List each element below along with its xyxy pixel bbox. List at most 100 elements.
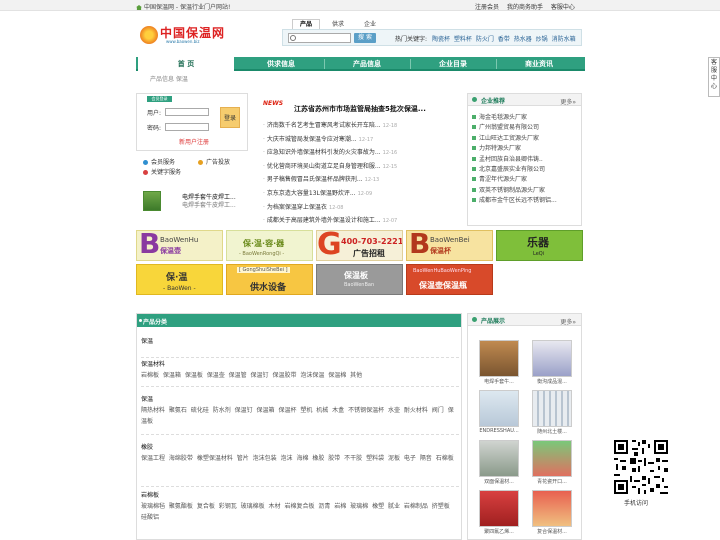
product-image <box>479 340 519 377</box>
category-title[interactable]: 橡胶 <box>141 442 459 453</box>
nav-news[interactable]: 商业资讯 <box>498 57 580 71</box>
login-panel: 会员登录 用户: 密码: 登录 新用户注册 <box>136 93 248 151</box>
company-list: 海金毛毯源头厂家 广州翁盟贸易有限公司 江山旺达工贸源头厂家 力邦特源头厂家 孟… <box>472 113 557 207</box>
company-item[interactable]: 双英不锈钢制品源头厂家 <box>472 186 557 196</box>
news-item[interactable]: 京东京造大容量13L保温野炊评...12-09 <box>263 187 463 201</box>
customer-service-tab[interactable]: 客服中心 <box>708 57 720 97</box>
product-item[interactable]: ENDRESSHAU... <box>477 390 521 434</box>
product-category-panel: 产品分类 保温 保温材料 岩棉板 保温箱 保温板 保温壶 保温管 保温钉 保温胶… <box>136 313 462 540</box>
bullet-icon <box>472 317 477 322</box>
home-icon <box>136 5 142 10</box>
nav-home[interactable]: 首 页 <box>138 57 234 71</box>
banner-baowen[interactable]: 保·温 - BaoWen - <box>136 264 223 295</box>
company-item[interactable]: 孟村回族自治县卿伟铸.. <box>472 155 557 165</box>
nav-companies[interactable]: 企业目录 <box>412 57 494 71</box>
username-row: 用户: <box>147 108 227 117</box>
banner-baowenbei[interactable]: B BaoWenBei 保温杯 <box>406 230 493 261</box>
register-link[interactable]: 注册会员 <box>475 4 499 11</box>
hot-keyword[interactable]: 香带 <box>498 36 510 43</box>
featured-ad[interactable]: 电焊手套牛皮焊工... 电焊手套牛皮焊工... <box>140 190 245 211</box>
product-image <box>479 390 519 427</box>
home-link[interactable]: 中国保温网 - 保温行业门户网站! <box>136 2 230 11</box>
hot-keywords: 热门关键字: 陶瓷杯 塑料杯 防火门 香带 热水器 炒锅 消防水箱 <box>395 36 576 43</box>
banner-container[interactable]: 保·温·容·器 - BaoWenRongQi - <box>226 230 313 261</box>
banner-baowenhu[interactable]: B BaoWenHu 保温壶 <box>136 230 223 261</box>
banner-water-supply[interactable]: [ GongShuiSheBei ] 供水设备 <box>226 264 313 295</box>
news-headline[interactable]: 江苏省苏州市市场监管局抽查5批次保温... <box>294 104 426 114</box>
password-input[interactable] <box>165 123 209 131</box>
username-input[interactable] <box>165 108 209 116</box>
keyword-service-link[interactable]: 关键字服务 <box>143 167 181 176</box>
nav-divider <box>410 59 411 69</box>
category-header: 产品分类 <box>137 314 461 327</box>
banner-insulation-board[interactable]: 保温板 BaoWenBan <box>316 264 403 295</box>
news-item[interactable]: 大庆市城管局发保温令应对寒潮...12-17 <box>263 133 463 147</box>
breadcrumb[interactable]: 产品信息 保温 <box>150 74 188 83</box>
site-logo[interactable]: 中国保温网 www.baowen.biz <box>140 24 224 46</box>
news-item[interactable]: 济南数千名艺考生冒寒风考试家长开车陪...12-18 <box>263 119 463 133</box>
hot-keyword[interactable]: 炒锅 <box>536 36 548 43</box>
news-item[interactable]: 为档案保温穿上保温衣12-08 <box>263 201 463 215</box>
news-item[interactable]: 成都关于高层建筑外墙外保温设计和施工...12-07 <box>263 214 463 228</box>
product-item[interactable]: 双面保温材... <box>477 440 521 485</box>
product-item[interactable]: 复合保温材... <box>530 490 574 535</box>
banner-grid: B BaoWenHu 保温壶 保·温·容·器 - BaoWenRongQi - … <box>136 230 584 296</box>
product-image <box>479 440 519 477</box>
search-icon <box>290 35 296 41</box>
hot-keyword[interactable]: 塑料杯 <box>454 36 472 43</box>
company-item[interactable]: 海金毛毯源头厂家 <box>472 113 557 123</box>
company-item[interactable]: 广州翁盟贸易有限公司 <box>472 123 557 133</box>
ad-icon <box>198 160 203 165</box>
banner-instruments[interactable]: 乐器 LeQi <box>496 230 583 261</box>
hot-keyword[interactable]: 防火门 <box>476 36 494 43</box>
product-image <box>532 390 572 427</box>
sun-logo-icon <box>140 26 158 44</box>
product-item[interactable]: 衡沟成品混... <box>530 340 574 385</box>
category-title[interactable]: 岩棉板 <box>141 490 459 501</box>
member-service-link[interactable]: 会员服务 <box>143 157 175 166</box>
register-link[interactable]: 新用户注册 <box>179 137 209 146</box>
ad-thumbnail <box>143 191 161 211</box>
category-group: 保温 隔热材料 聚氨石 硫化硅 防水剂 保温钉 保温箱 保温杯 塑机 机械 木盒… <box>141 394 459 435</box>
qr-code-icon <box>612 438 670 496</box>
product-image <box>532 440 572 477</box>
service-center-link[interactable]: 客服中心 <box>551 4 575 11</box>
company-item[interactable]: 青涩年代源头厂家 <box>472 175 557 185</box>
company-item[interactable]: 成都市金牛区长远不锈钢铝... <box>472 196 557 206</box>
company-item[interactable]: 力邦特源头厂家 <box>472 144 557 154</box>
category-title[interactable]: 保温材料 <box>141 359 459 370</box>
news-item[interactable]: 优化营商环境吴山街道立足自身管理和服...12-15 <box>263 160 463 174</box>
news-panel: NEWS 江苏省苏州市市场监管局抽查5批次保温... 济南数千名艺考生冒寒风考试… <box>258 93 461 226</box>
banner-ad-rental[interactable]: G 400-703-2221 广告招租 <box>316 230 403 261</box>
login-button[interactable]: 登录 <box>220 107 240 128</box>
hot-keyword[interactable]: 热水器 <box>514 36 532 43</box>
business-assistant-link[interactable]: 我的商务助手 <box>507 4 543 11</box>
nav-products[interactable]: 产品信息 <box>326 57 408 71</box>
category-title[interactable]: 保温 <box>141 394 459 405</box>
product-item[interactable]: 聚四氟乙烯... <box>477 490 521 535</box>
product-showcase-panel: 产品展示 更多» 电焊手套牛... 衡沟成品混... ENDRESSHAU...… <box>467 313 582 540</box>
news-item[interactable]: 男子稿售假冒吕氏保温杯品牌获刑...12-13 <box>263 173 463 187</box>
banner-letter-g: G <box>317 230 342 261</box>
product-image <box>532 340 572 377</box>
product-more-link[interactable]: 更多» <box>560 317 576 326</box>
nav-supply[interactable]: 供求信息 <box>240 57 322 71</box>
search-input[interactable] <box>288 33 351 43</box>
news-item[interactable]: 应急知识外墙保温材料引发的火灾事故为...12-16 <box>263 146 463 160</box>
product-item[interactable]: 随州北土楼... <box>530 390 574 435</box>
ad-placement-link[interactable]: 广告投放 <box>198 157 230 166</box>
top-bar: 中国保温网 - 保温行业门户网站! 注册会员 我的商务助手 客服中心 <box>0 0 720 11</box>
search-button[interactable]: 搜 索 <box>354 33 376 43</box>
member-icon <box>143 160 148 165</box>
hot-keyword[interactable]: 消防水箱 <box>552 36 576 43</box>
keyword-icon <box>143 170 148 175</box>
search-tab-product[interactable]: 产品 <box>292 19 320 29</box>
company-item[interactable]: 北京嘉盛辰实业有限公司 <box>472 165 557 175</box>
company-more-link[interactable]: 更多» <box>560 97 576 106</box>
company-item[interactable]: 江山旺达工贸源头厂家 <box>472 134 557 144</box>
hot-keyword[interactable]: 陶瓷杯 <box>432 36 450 43</box>
product-item[interactable]: 电焊手套牛... <box>477 340 521 385</box>
product-item[interactable]: 青花瓷开口... <box>530 440 574 485</box>
banner-flask[interactable]: BaoWenHuBaoWenPing 保温壶保温瓶 <box>406 264 493 295</box>
category-title[interactable]: 保温 <box>141 336 459 347</box>
